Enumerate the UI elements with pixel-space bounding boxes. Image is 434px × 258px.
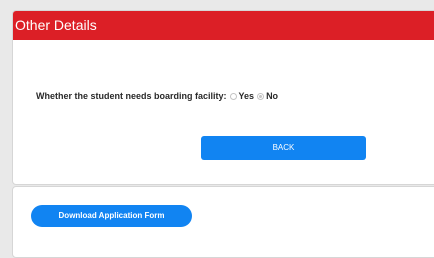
download-application-form-button[interactable]: Download Application Form	[31, 205, 192, 227]
boarding-question-label: Whether the student needs boarding facil…	[36, 91, 227, 101]
download-card: Download Application Form	[12, 186, 434, 258]
section-header: Other Details	[13, 11, 434, 40]
boarding-no-label[interactable]: No	[266, 91, 278, 101]
boarding-yes-label[interactable]: Yes	[239, 91, 255, 101]
back-button[interactable]: BACK	[201, 136, 366, 160]
boarding-question-row: Whether the student needs boarding facil…	[36, 91, 278, 101]
other-details-card: Other Details Whether the student needs …	[12, 10, 434, 185]
boarding-yes-radio[interactable]	[229, 92, 237, 100]
boarding-no-radio[interactable]	[257, 92, 265, 100]
